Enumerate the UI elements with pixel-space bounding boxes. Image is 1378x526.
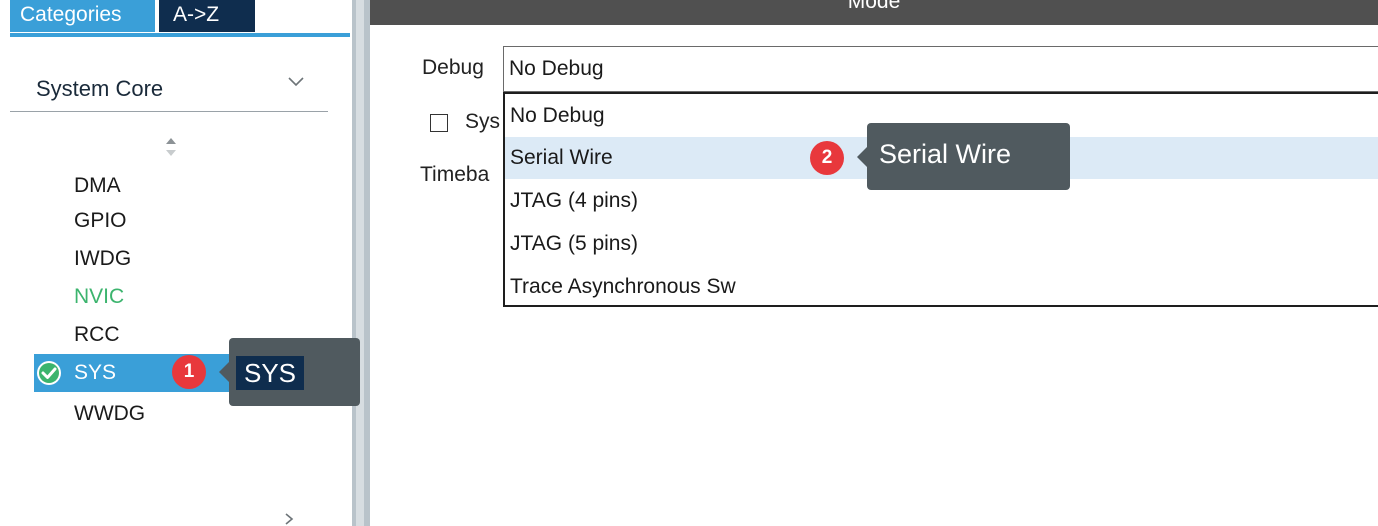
sidebar-item-rcc[interactable]: RCC (74, 317, 120, 353)
sidebar-item-dma[interactable]: DMA (74, 168, 121, 204)
sidebar-item-wwdg[interactable]: WWDG (74, 396, 145, 432)
tooltip-arrow (219, 362, 229, 382)
debug-select[interactable]: No Debug (503, 46, 1378, 92)
tooltip-serial-wire: Serial Wire (857, 123, 1070, 190)
sort-arrows-icon[interactable] (164, 136, 178, 158)
option-jtag-5-pins[interactable]: JTAG (5 pins) (505, 223, 1378, 265)
tooltip-arrow (857, 147, 867, 167)
debug-label: Debug (422, 56, 484, 79)
step-marker-1: 1 (172, 355, 206, 389)
sys-checkbox[interactable] (430, 114, 448, 132)
tab-categories[interactable]: Categories (10, 0, 155, 32)
sidebar-item-nvic[interactable]: NVIC (74, 279, 124, 315)
timebase-label: Timeba (420, 163, 490, 186)
category-dropdown[interactable]: System Core (10, 58, 328, 112)
tooltip-label: SYS (236, 356, 305, 390)
step-marker-2: 2 (810, 141, 844, 175)
sidebar-item-gpio[interactable]: GPIO (74, 203, 127, 239)
option-trace-async[interactable]: Trace Asynchronous Sw (505, 266, 1378, 308)
sidebar-item-iwdg[interactable]: IWDG (74, 241, 131, 277)
mode-header: Mode (370, 0, 1378, 25)
tooltip-label: Serial Wire (879, 139, 1012, 169)
tab-underline (10, 33, 350, 37)
tooltip-sys: SYS (219, 338, 360, 406)
sys-checkbox-label: Sys (465, 110, 501, 133)
check-circle-icon (37, 361, 61, 385)
mode-title: Mode (847, 0, 901, 13)
category-label: System Core (36, 76, 164, 101)
chevron-right-icon[interactable] (282, 512, 296, 526)
sidebar-item-label: SYS (74, 361, 117, 384)
sidebar-splitter-highlight (356, 0, 364, 526)
debug-select-value: No Debug (509, 57, 604, 80)
chevron-down-icon (288, 77, 304, 87)
tab-a-to-z[interactable]: A->Z (159, 0, 255, 32)
